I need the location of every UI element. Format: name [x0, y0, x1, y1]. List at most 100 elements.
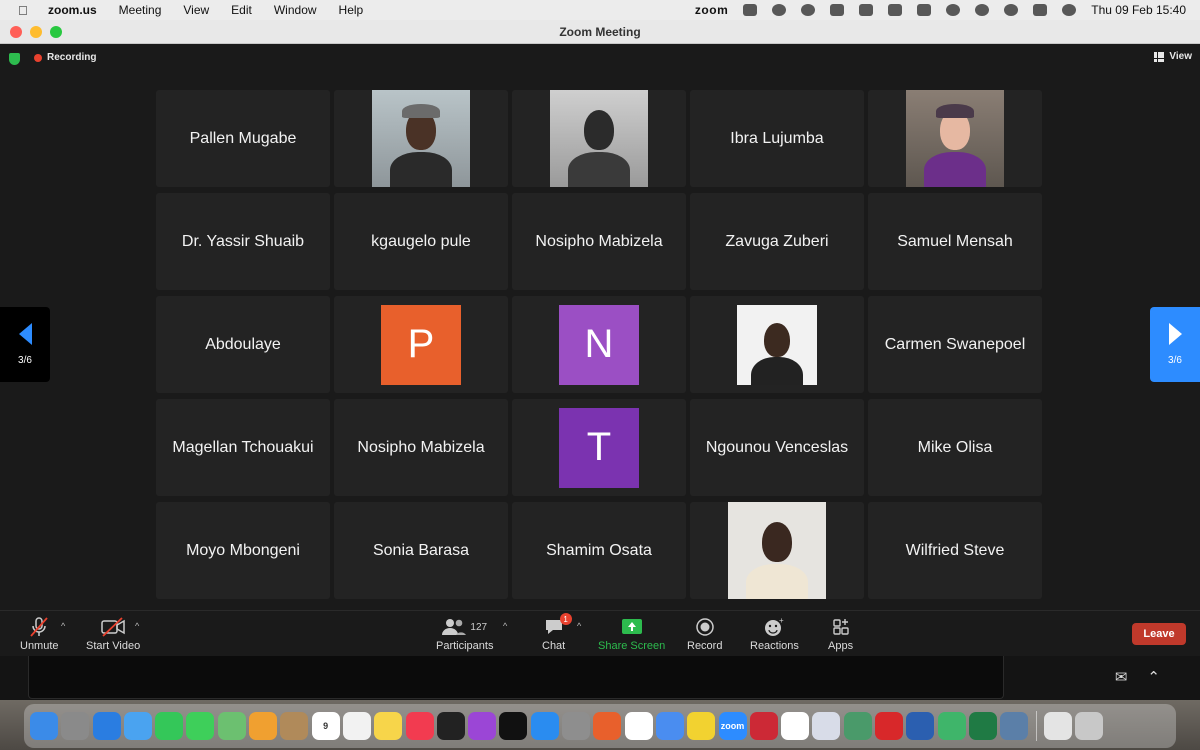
participant-tile[interactable]: Nosipho Mabizela [334, 399, 508, 496]
participant-tile[interactable]: Pallen Mugabe [156, 90, 330, 187]
participants-caret-icon[interactable]: ^ [503, 621, 507, 631]
participant-tile[interactable] [690, 502, 864, 599]
maps-icon[interactable] [217, 712, 246, 740]
participant-tile[interactable]: N [512, 296, 686, 393]
menu-window[interactable]: Window [274, 3, 317, 17]
record-button[interactable]: Record [687, 617, 722, 652]
participant-tile[interactable]: Moyo Mbongeni [156, 502, 330, 599]
view-button[interactable]: View [1154, 51, 1192, 62]
unmute-button[interactable]: Unmute [20, 617, 59, 652]
volume-icon[interactable] [859, 4, 874, 16]
video-options-caret-icon[interactable]: ^ [135, 621, 139, 631]
apps-button[interactable]: Apps [828, 617, 853, 652]
system-preferences-icon[interactable] [562, 712, 591, 740]
menu-meeting[interactable]: Meeting [119, 3, 162, 17]
expand-up-icon[interactable]: ⌃ [1147, 668, 1160, 686]
participant-tile[interactable]: kgaugelo pule [334, 193, 508, 290]
participant-tile[interactable] [512, 90, 686, 187]
keyboard-icon[interactable] [888, 4, 903, 16]
participant-tile[interactable]: Ibra Lujumba [690, 90, 864, 187]
start-video-button[interactable]: Start Video [86, 617, 140, 652]
menu-edit[interactable]: Edit [231, 3, 252, 17]
contacts-icon[interactable] [280, 712, 309, 740]
notes-icon[interactable] [374, 712, 403, 740]
facetime-icon[interactable] [155, 712, 184, 740]
participant-tile[interactable] [334, 90, 508, 187]
participant-tile[interactable]: Abdoulaye [156, 296, 330, 393]
app-store-icon[interactable] [530, 712, 559, 740]
reactions-button[interactable]: + Reactions [750, 617, 799, 652]
vpn-icon[interactable] [843, 712, 872, 740]
wifi-icon[interactable] [946, 4, 961, 16]
audio-options-caret-icon[interactable]: ^ [61, 621, 65, 631]
menu-help[interactable]: Help [339, 3, 364, 17]
mail-icon[interactable] [123, 712, 152, 740]
participant-tile[interactable]: Mike Olisa [868, 399, 1042, 496]
activity-icon[interactable] [687, 712, 716, 740]
participant-tile[interactable]: Nosipho Mabizela [512, 193, 686, 290]
user-icon[interactable] [975, 4, 990, 16]
participants-button[interactable]: 127 Participants [436, 617, 493, 652]
apple-menu-icon[interactable]:  [18, 3, 36, 18]
launchpad-icon[interactable] [61, 712, 90, 740]
cloud-icon[interactable] [743, 4, 758, 16]
share-screen-button[interactable]: Share Screen [598, 617, 665, 652]
excel-icon[interactable] [968, 712, 997, 740]
zoom-icon[interactable]: zoom [718, 712, 747, 740]
safari-icon[interactable] [92, 712, 121, 740]
chat-button[interactable]: 1 Chat [542, 613, 572, 652]
maximize-window-button[interactable] [50, 26, 62, 38]
participant-tile[interactable]: Ngounou Venceslas [690, 399, 864, 496]
trash-icon[interactable] [1075, 712, 1104, 740]
ipa-icon[interactable] [624, 712, 653, 740]
zotero-icon[interactable] [749, 712, 778, 740]
recording-indicator[interactable]: Recording [34, 52, 96, 63]
leave-button[interactable]: Leave [1132, 623, 1186, 645]
acrobat-icon[interactable] [875, 712, 904, 740]
participant-tile[interactable] [868, 90, 1042, 187]
r-icon[interactable] [812, 712, 841, 740]
tv-icon[interactable] [499, 712, 528, 740]
messages-icon[interactable] [186, 712, 215, 740]
terminal-icon[interactable] [436, 712, 465, 740]
participant-tile[interactable]: Dr. Yassir Shuaib [156, 193, 330, 290]
word-icon[interactable] [906, 712, 935, 740]
participant-tile[interactable]: Magellan Tchouakui [156, 399, 330, 496]
next-page-button[interactable]: 3/6 [1150, 307, 1200, 382]
finder-icon[interactable] [30, 712, 58, 740]
participant-tile[interactable]: Samuel Mensah [868, 193, 1042, 290]
document-icon[interactable] [1043, 712, 1072, 740]
calendar-icon[interactable]: 9 [311, 712, 340, 740]
atom-icon[interactable] [937, 712, 966, 740]
firefox-icon[interactable] [593, 712, 622, 740]
close-window-button[interactable] [10, 26, 22, 38]
participant-tile[interactable]: Shamim Osata [512, 502, 686, 599]
participant-tile[interactable]: Sonia Barasa [334, 502, 508, 599]
photos-icon[interactable] [249, 712, 278, 740]
notification-icon[interactable] [772, 4, 787, 16]
reminders-icon[interactable] [342, 712, 371, 740]
tray-zoom[interactable]: zoom [695, 3, 728, 17]
new-message-icon[interactable]: ✉ [1115, 668, 1128, 686]
security-shield-icon[interactable] [9, 53, 20, 65]
podcasts-icon[interactable] [468, 712, 497, 740]
previous-page-button[interactable]: 3/6 [0, 307, 50, 382]
participant-tile[interactable]: Zavuga Zuberi [690, 193, 864, 290]
menu-view[interactable]: View [183, 3, 209, 17]
minimize-window-button[interactable] [30, 26, 42, 38]
clock[interactable]: Thu 09 Feb 15:40 [1091, 3, 1186, 17]
music-icon[interactable] [405, 712, 434, 740]
participant-tile[interactable]: T [512, 399, 686, 496]
battery-icon[interactable] [917, 4, 932, 16]
slack-icon[interactable] [781, 712, 810, 740]
participant-tile[interactable]: Carmen Swanepoel [868, 296, 1042, 393]
control-center-icon[interactable] [1033, 4, 1048, 16]
screens-icon[interactable] [1000, 712, 1029, 740]
chat-caret-icon[interactable]: ^ [577, 621, 581, 631]
search-icon[interactable] [1004, 4, 1019, 16]
creative-cloud-icon[interactable] [801, 4, 816, 16]
chrome-icon[interactable] [655, 712, 684, 740]
siri-icon[interactable] [1062, 4, 1077, 16]
participant-tile[interactable] [690, 296, 864, 393]
printer-icon[interactable] [830, 4, 845, 16]
